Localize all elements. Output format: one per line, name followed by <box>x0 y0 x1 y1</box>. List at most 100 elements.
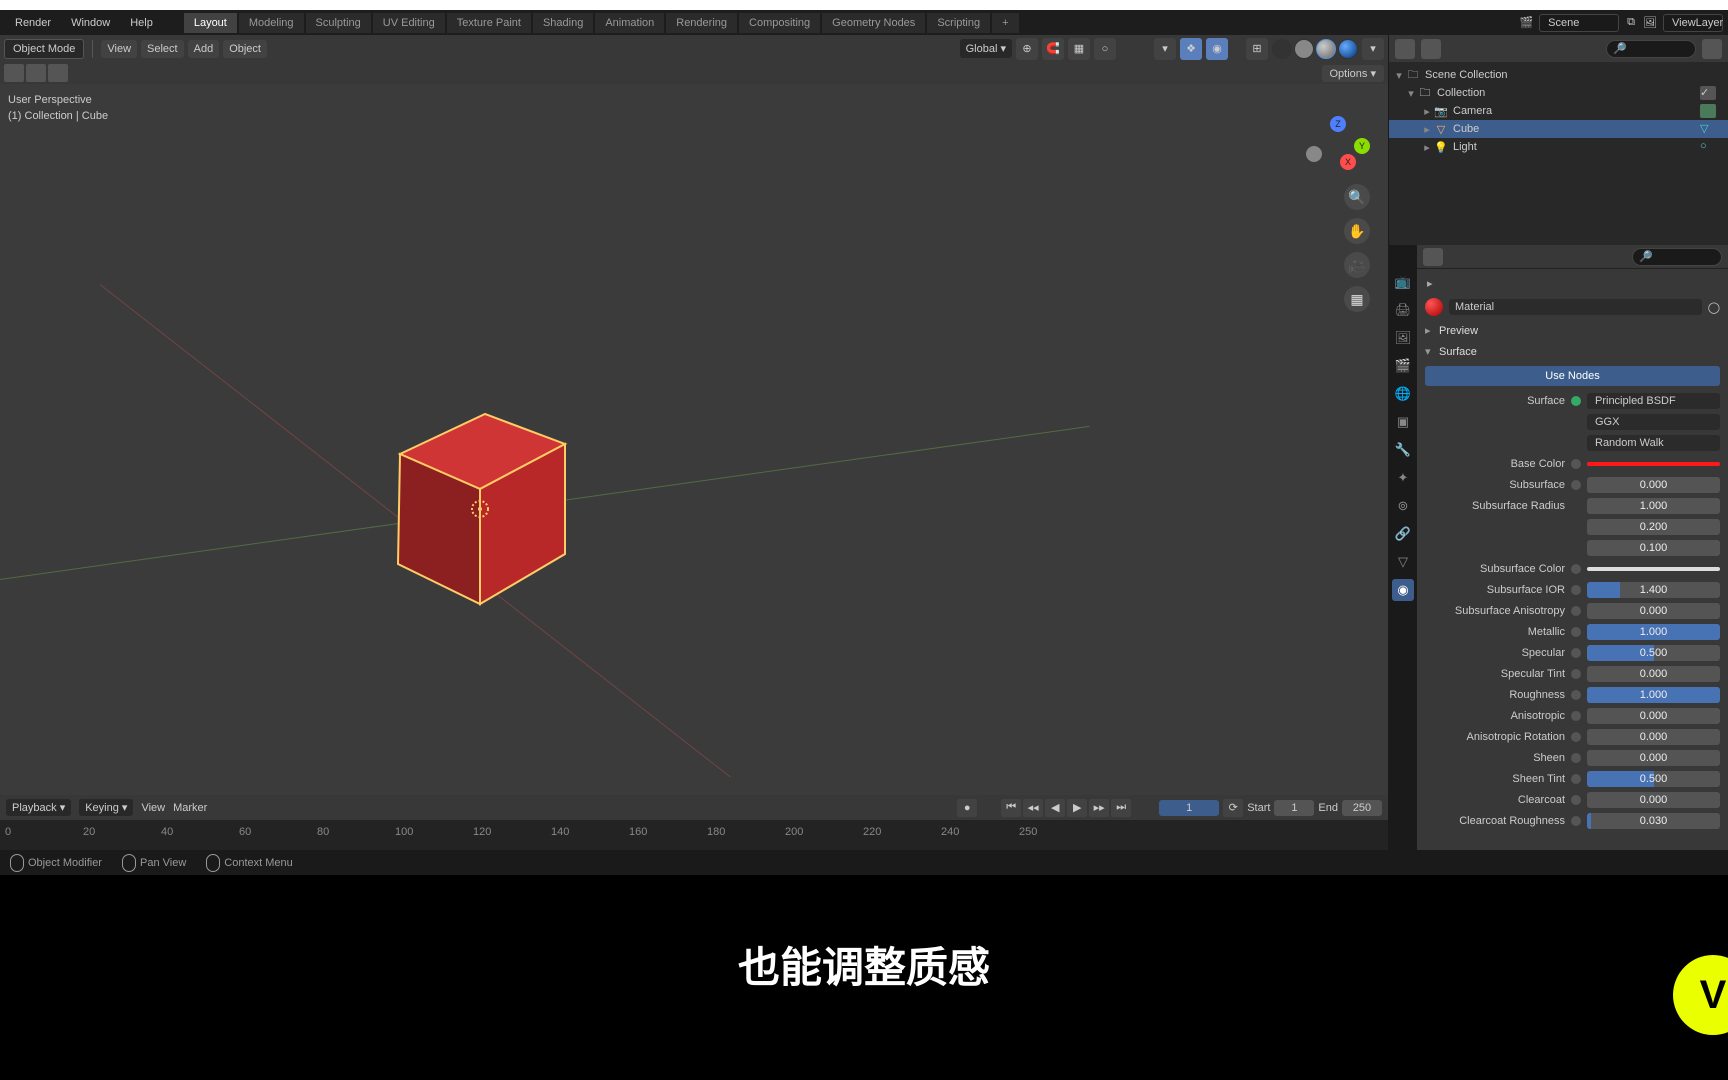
timeline-ruler[interactable]: 020406080100120140160180200220240250 <box>0 820 1388 850</box>
scene-name-field[interactable]: Scene <box>1539 14 1619 32</box>
prop-value-field[interactable]: 1.400 <box>1587 582 1720 598</box>
prop-value-field[interactable]: 1.000 <box>1587 687 1720 703</box>
material-name-field[interactable]: Material <box>1449 299 1702 315</box>
node-socket-icon[interactable] <box>1571 480 1581 490</box>
keyframe-prev-icon[interactable]: ◂◂ <box>1023 799 1043 817</box>
tool-select-icon[interactable] <box>26 64 46 82</box>
node-socket-icon[interactable] <box>1571 564 1581 574</box>
prop-value-field[interactable]: 0.030 <box>1587 813 1720 829</box>
use-nodes-button[interactable]: Use Nodes <box>1425 366 1720 386</box>
prop-value-field[interactable]: 0.000 <box>1587 666 1720 682</box>
shading-rendered[interactable] <box>1338 39 1358 59</box>
timeline-view-menu[interactable]: View <box>141 802 165 814</box>
frame-sync-icon[interactable]: ⟳ <box>1223 799 1243 817</box>
menu-window[interactable]: Window <box>61 17 120 29</box>
tab-world-icon[interactable]: 🌐 <box>1392 383 1414 405</box>
node-socket-icon[interactable] <box>1571 690 1581 700</box>
add-menu[interactable]: Add <box>188 40 220 58</box>
transform-orientation[interactable]: Global ▾ <box>960 39 1012 58</box>
prop-value-field[interactable]: 0.100 <box>1587 540 1720 556</box>
props-editor-icon[interactable] <box>1423 248 1443 266</box>
tab-scene-icon[interactable]: 🎬 <box>1392 355 1414 377</box>
workspace-tab-uv-editing[interactable]: UV Editing <box>373 13 445 33</box>
tab-output-icon[interactable]: 🖨 <box>1392 299 1414 321</box>
surface-panel-header[interactable]: ▾Surface <box>1417 341 1728 362</box>
prop-value-field[interactable]: 0.000 <box>1587 708 1720 724</box>
surface-node-socket[interactable] <box>1571 396 1581 406</box>
tab-constraints-icon[interactable]: 🔗 <box>1392 523 1414 545</box>
timeline-marker-menu[interactable]: Marker <box>173 802 207 814</box>
cube-object[interactable] <box>390 414 570 604</box>
node-socket-icon[interactable] <box>1571 627 1581 637</box>
tool-move-icon[interactable] <box>48 64 68 82</box>
axis-y[interactable]: Y <box>1354 138 1370 154</box>
outliner-scene-collection[interactable]: ▾🗀Scene Collection <box>1389 66 1728 84</box>
workspace-tab-geometry-nodes[interactable]: Geometry Nodes <box>822 13 925 33</box>
node-socket-icon[interactable] <box>1571 459 1581 469</box>
shading-wireframe[interactable] <box>1272 39 1292 59</box>
snap-toggle-icon[interactable]: 🧲 <box>1042 38 1064 60</box>
node-socket-icon[interactable] <box>1571 732 1581 742</box>
menu-help[interactable]: Help <box>120 17 163 29</box>
viewlayer-field[interactable]: ViewLayer <box>1663 14 1723 32</box>
prop-value-field[interactable]: 0.500 <box>1587 645 1720 661</box>
workspace-tab-rendering[interactable]: Rendering <box>666 13 737 33</box>
workspace-tab-compositing[interactable]: Compositing <box>739 13 820 33</box>
navigation-gizmo[interactable]: Z Y X <box>1306 116 1370 180</box>
node-socket-icon[interactable] <box>1571 606 1581 616</box>
jump-start-icon[interactable]: ⏮ <box>1001 799 1021 817</box>
workspace-tab-animation[interactable]: Animation <box>595 13 664 33</box>
node-socket-icon[interactable] <box>1571 669 1581 679</box>
outliner-collection[interactable]: ▾🗀Collection ✓ <box>1389 84 1728 102</box>
perspective-toggle-icon[interactable]: ▦ <box>1344 286 1370 312</box>
distribution-select[interactable]: GGX <box>1587 414 1720 430</box>
end-frame-field[interactable]: 250 <box>1342 800 1382 816</box>
shading-solid[interactable] <box>1294 39 1314 59</box>
gizmos-icon[interactable]: ❖ <box>1180 38 1202 60</box>
node-socket-icon[interactable] <box>1571 774 1581 784</box>
material-new-icon[interactable]: ◯ <box>1708 301 1720 314</box>
tab-object-icon[interactable]: ▣ <box>1392 411 1414 433</box>
current-frame-field[interactable]: 1 <box>1159 800 1219 816</box>
play-icon[interactable]: ▶ <box>1067 799 1087 817</box>
outliner-editor-icon[interactable] <box>1395 39 1415 59</box>
camera-view-icon[interactable]: 🎥 <box>1344 252 1370 278</box>
interaction-mode-select[interactable]: Object Mode <box>4 39 84 59</box>
outliner-item-light[interactable]: ▸💡Light ○ <box>1389 138 1728 156</box>
prop-value-field[interactable]: 0.000 <box>1587 477 1720 493</box>
workspace-tab-texture-paint[interactable]: Texture Paint <box>447 13 531 33</box>
autokey-icon[interactable]: ● <box>957 799 977 817</box>
node-socket-icon[interactable] <box>1571 795 1581 805</box>
3d-viewport[interactable]: User Perspective (1) Collection | Cube Z… <box>0 84 1388 795</box>
surface-shader-select[interactable]: Principled BSDF <box>1587 393 1720 409</box>
pivot-point-icon[interactable]: ⊕ <box>1016 38 1038 60</box>
mesh-select-mode-icon[interactable]: ▾ <box>1154 38 1176 60</box>
prop-value-field[interactable]: 1.000 <box>1587 624 1720 640</box>
workspace-add[interactable]: + <box>992 13 1018 33</box>
tab-material-icon[interactable]: ◉ <box>1392 579 1414 601</box>
snap-type-icon[interactable]: ▦ <box>1068 38 1090 60</box>
sss-method-select[interactable]: Random Walk <box>1587 435 1720 451</box>
tab-render-icon[interactable]: 📺 <box>1392 271 1414 293</box>
keyframe-next-icon[interactable]: ▸▸ <box>1089 799 1109 817</box>
jump-end-icon[interactable]: ⏭ <box>1111 799 1131 817</box>
axis-neg[interactable] <box>1306 146 1322 162</box>
overlays-icon[interactable]: ◉ <box>1206 38 1228 60</box>
axis-x[interactable]: X <box>1340 154 1356 170</box>
prop-value-field[interactable]: 0.500 <box>1587 771 1720 787</box>
tab-particles-icon[interactable]: ✦ <box>1392 467 1414 489</box>
tab-viewlayer-icon[interactable]: 🖼 <box>1392 327 1414 349</box>
prop-value-field[interactable]: 0.000 <box>1587 750 1720 766</box>
tab-mesh-icon[interactable]: ▽ <box>1392 551 1414 573</box>
play-reverse-icon[interactable]: ◀ <box>1045 799 1065 817</box>
workspace-tab-shading[interactable]: Shading <box>533 13 593 33</box>
outliner-filter-icon[interactable] <box>1702 39 1722 59</box>
prop-value-field[interactable]: 0.000 <box>1587 792 1720 808</box>
outliner-item-cube[interactable]: ▸▽Cube ▽ <box>1389 120 1728 138</box>
object-menu[interactable]: Object <box>223 40 267 58</box>
scene-browse-icon[interactable]: ⧉ <box>1625 14 1637 31</box>
props-search[interactable]: 🔎 <box>1632 248 1722 266</box>
node-socket-icon[interactable] <box>1571 711 1581 721</box>
workspace-tab-scripting[interactable]: Scripting <box>927 13 990 33</box>
select-menu[interactable]: Select <box>141 40 184 58</box>
